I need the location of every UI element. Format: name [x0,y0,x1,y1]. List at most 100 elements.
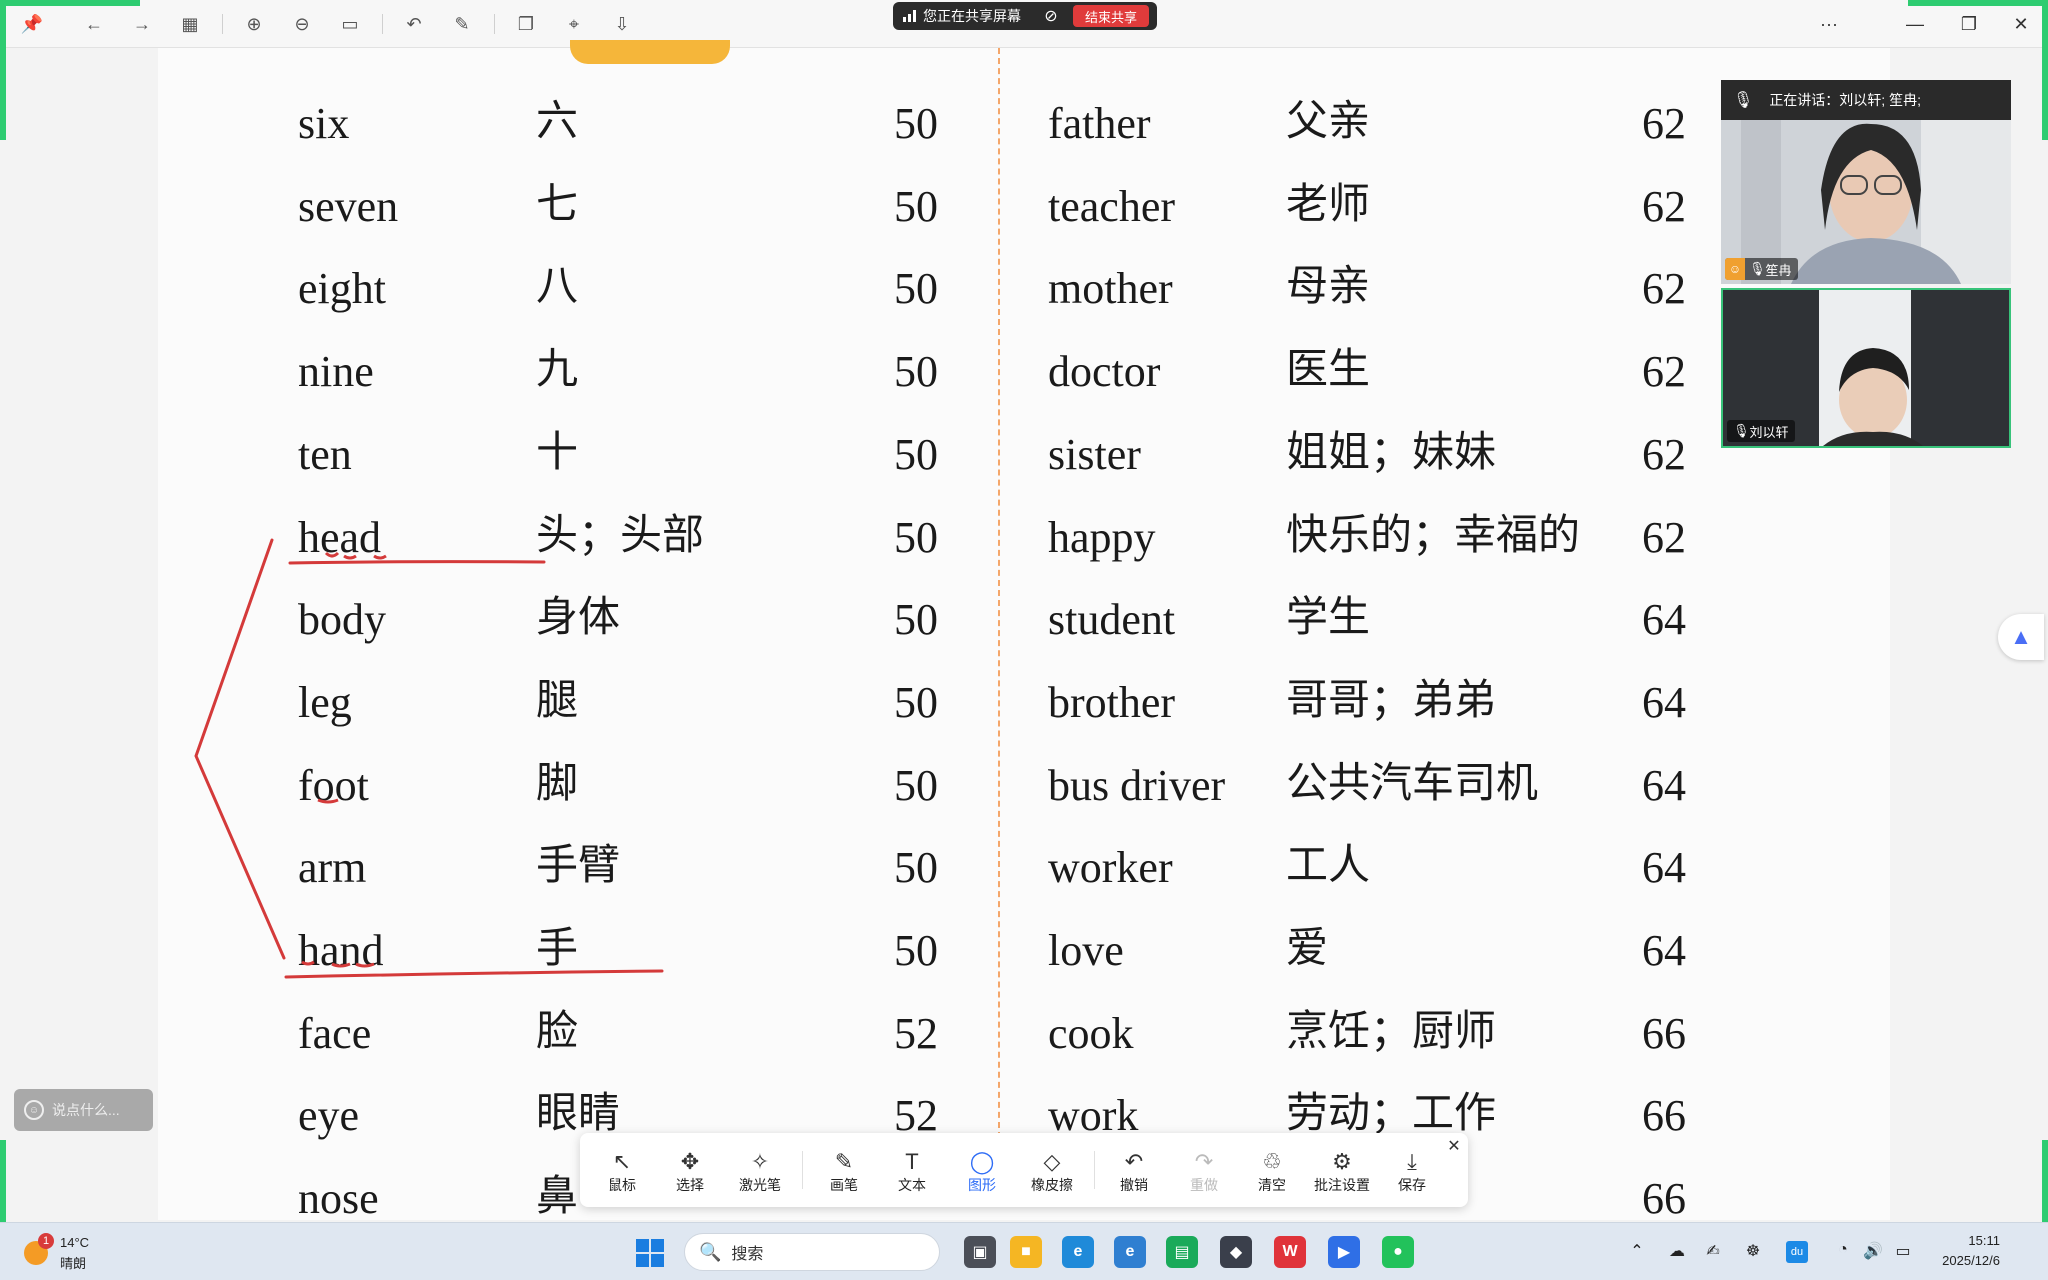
task-view-icon[interactable]: ▣ [964,1236,996,1268]
volume-icon[interactable]: 🔊 [1862,1241,1884,1263]
weather-widget[interactable]: 1 14°C 晴朗 [24,1231,114,1271]
battery-icon[interactable]: ▭ [1892,1241,1914,1263]
vocab-word: hand [298,926,384,975]
end-share-button[interactable]: 结束共享 [1073,5,1149,27]
annotation-tool-text[interactable]: T 文本 [882,1149,942,1195]
download-icon: ⤓ [1407,1149,1417,1174]
annotation-tool-label: 文本 [898,1177,926,1193]
settings-icon: ⚙ [1332,1149,1352,1174]
cloud-icon[interactable]: ☁ [1666,1241,1688,1263]
close-annotation-icon[interactable]: ✕ [1444,1137,1464,1157]
vocab-page-number: 64 [1642,843,1686,892]
vocab-translation: 脚 [536,758,579,807]
search-label: 搜索 [731,1246,764,1263]
wps-icon[interactable]: W [1274,1236,1306,1268]
minimize-button[interactable]: — [1898,10,1932,38]
dark-app-icon[interactable]: ◆ [1220,1236,1252,1268]
vocab-word: sister [1048,430,1141,479]
green-app-icon[interactable]: ▤ [1166,1236,1198,1268]
vocab-page-number: 66 [1642,1174,1686,1223]
annotation-tool-label: 激光笔 [739,1177,781,1193]
annotation-tool-pen[interactable]: ✎ 画笔 [814,1149,874,1195]
edge-browser-icon[interactable]: e [1062,1236,1094,1268]
chat-placeholder: 说点什么... [52,1102,120,1118]
annotation-tool-eraser[interactable]: ◇ 橡皮擦 [1022,1149,1082,1195]
annotation-tool-settings[interactable]: ⚙ 批注设置 [1312,1149,1372,1195]
file-explorer-icon[interactable]: ■ [1010,1236,1042,1268]
annotation-tool-undo[interactable]: ↶ 撤销 [1104,1149,1164,1195]
pen-tray-icon[interactable]: ✍ [1702,1241,1724,1263]
stop-annotate-icon[interactable]: ⊘ [1041,6,1061,26]
crop-icon[interactable]: ⌖ [560,10,588,38]
annotation-tool-download[interactable]: ⤓ 保存 [1382,1149,1442,1195]
pin-icon[interactable]: 📌 [18,10,46,38]
meeting-app-icon[interactable]: ▶ [1328,1236,1360,1268]
zoom-out-icon[interactable]: ⊖ [288,10,316,38]
annotation-tool-label: 画笔 [830,1177,858,1193]
vocab-translation: 手臂 [536,840,621,889]
vocab-word: worker [1048,843,1173,892]
annotation-tool-label: 保存 [1398,1177,1426,1193]
close-button[interactable]: ✕ [2004,10,2038,38]
vocab-translation: 脸 [536,1006,579,1055]
restore-button[interactable]: ❐ [1952,10,1986,38]
weather-temp: 14°C [60,1235,90,1250]
vocab-translation: 医生 [1286,344,1371,393]
annotation-tool-label: 选择 [676,1177,704,1193]
mic-icon: 🎙 [1733,92,1754,109]
annotation-tool-shape[interactable]: ◯ 图形 [952,1149,1012,1195]
annotation-tool-move[interactable]: ✥ 选择 [660,1149,720,1195]
zoom-in-icon[interactable]: ⊕ [240,10,268,38]
taskbar-search[interactable]: 🔍 搜索 [684,1233,940,1271]
vocab-word: nose [298,1174,379,1223]
vocab-translation: 十 [536,427,579,476]
back-icon[interactable]: ← [80,10,108,38]
grid-icon[interactable]: ▦ [176,10,204,38]
vocab-translation: 头；头部 [536,510,705,559]
wechat-icon[interactable]: ● [1382,1236,1414,1268]
clock[interactable]: 15:11 2025/12/6 [1920,1231,2000,1271]
emoji-icon[interactable]: ☺ [24,1100,44,1120]
vocab-page-number: 64 [1642,761,1686,810]
video-tile-participant-2[interactable]: 🎙 刘以轩 [1721,288,2011,448]
annotation-tool-laser-pen[interactable]: ✧ 激光笔 [730,1149,790,1195]
rotate-icon[interactable]: ↶ [400,10,428,38]
share-edge-marker [2042,0,2048,140]
tray-app-icon[interactable]: ☸ [1742,1241,1764,1263]
annotation-tool-trash[interactable]: ♲ 清空 [1242,1149,1302,1195]
annotation-tool-cursor[interactable]: ↖ 鼠标 [592,1149,652,1195]
wifi-icon[interactable]: ◔ [1832,1241,1854,1263]
vocab-word: brother [1048,678,1176,727]
video-tile-participant-1[interactable]: 🎙 正在讲话：刘以轩; 笙冉; ☺ 🎙 笙冉 [1721,80,2011,284]
vocab-word: doctor [1048,347,1161,396]
cursor-icon: ↖ [612,1149,632,1174]
edit-icon[interactable]: ✎ [448,10,476,38]
assistant-icon[interactable]: ▲ [1998,614,2044,660]
forward-icon[interactable]: → [128,10,156,38]
ie-browser-icon[interactable]: e [1114,1236,1146,1268]
vocab-word: teacher [1048,182,1175,231]
weather-condition: 晴朗 [60,1256,87,1271]
chevron-up-icon[interactable]: ⌃ [1626,1241,1648,1263]
copy-icon[interactable]: ❐ [512,10,540,38]
vocab-translation: 公共汽车司机 [1286,758,1539,807]
vocab-translation: 八 [536,261,579,310]
vocab-word: head [298,513,382,562]
fit-width-icon[interactable]: ▭ [336,10,364,38]
annotation-tool-redo[interactable]: ↷ 重做 [1174,1149,1234,1195]
screen-share-indicator: 您正在共享屏幕 ⊘ 结束共享 [893,2,1157,30]
start-button[interactable] [636,1239,664,1267]
export-icon[interactable]: ⇩ [608,10,636,38]
vocab-page-number: 50 [894,595,938,644]
trash-icon: ♲ [1262,1149,1282,1174]
chat-input[interactable]: ☺ 说点什么... [14,1089,153,1131]
vocab-translation: 鼻 [536,1171,579,1220]
annotation-tool-label: 撤销 [1120,1177,1148,1193]
vocab-page-number: 64 [1642,678,1686,727]
baidu-icon[interactable]: du [1786,1241,1808,1263]
more-icon[interactable]: ··· [1812,10,1846,38]
vocab-translation: 九 [536,344,579,393]
vocab-translation: 烹饪；厨师 [1286,1006,1497,1055]
vocab-translation: 父亲 [1286,96,1371,145]
eraser-icon: ◇ [1043,1149,1061,1174]
